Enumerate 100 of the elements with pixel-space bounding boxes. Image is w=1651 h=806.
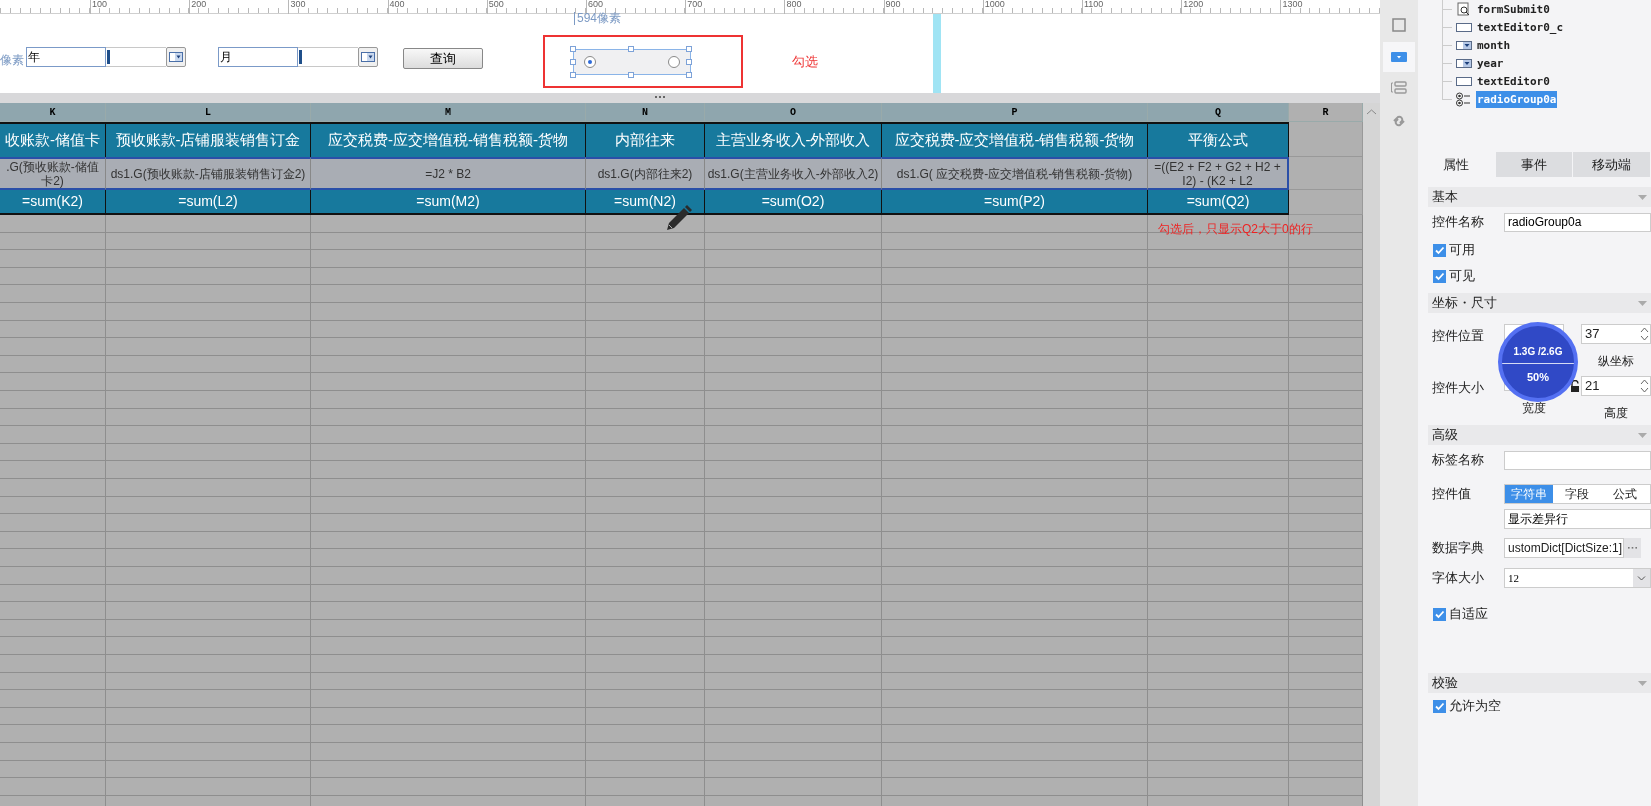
field-label: 控件值 [1431, 485, 1472, 503]
checkbox-label: 允许为空 [1449, 697, 1501, 716]
caret-icon [1638, 680, 1647, 686]
table-cell: ds1.G( 应交税费-应交增值税-销售税额-货物) [882, 157, 1148, 190]
scrollbar[interactable] [1363, 103, 1380, 806]
ruler-label: 900 [885, 0, 901, 10]
pixel-label: 像素 [0, 52, 24, 69]
tab[interactable]: 移动端 [1573, 152, 1651, 177]
dropdown-button[interactable] [358, 47, 378, 67]
radio-button[interactable] [584, 56, 596, 68]
tree-item[interactable]: formSubmit0 [1476, 0, 1551, 18]
ruler-label: 600 [588, 0, 604, 10]
spinner-arrows-icon [1640, 326, 1649, 342]
tree-item[interactable]: year [1476, 54, 1505, 72]
radio-button[interactable] [668, 56, 680, 68]
drag-handle-icon[interactable] [655, 96, 665, 98]
table-cell: ds1.G(预收账款-店铺服装销售订金2) [106, 157, 311, 190]
ruler-label: 1200 [1183, 0, 1204, 10]
dropdown-icon [361, 52, 375, 62]
scroll-up-icon[interactable] [1366, 109, 1377, 115]
table-cell: 应交税费-应交增值税-销售税额-货物 [311, 122, 586, 157]
tree-item[interactable]: textEditor0_c [1476, 18, 1565, 36]
resize-handle[interactable] [570, 72, 576, 78]
checkbox-label: 自适应 [1449, 605, 1488, 624]
resize-handle[interactable] [628, 72, 634, 78]
tab[interactable]: 事件 [1495, 152, 1574, 177]
ruler-label: 1000 [984, 0, 1005, 10]
section-header[interactable]: 基本 [1428, 187, 1651, 207]
chevron-down-icon [1637, 575, 1646, 581]
checkbox[interactable] [1433, 699, 1446, 713]
segment-button[interactable]: 字段 [1553, 485, 1601, 503]
column-header[interactable]: N [586, 103, 705, 122]
number-spinner[interactable]: 37 [1581, 324, 1651, 344]
section-header[interactable]: 校验 [1428, 673, 1651, 693]
table-cell: 预收账款-店铺服装销售订金 [106, 122, 311, 157]
annotation-text: 勾选后，只显示Q2大于0的行 [1158, 221, 1313, 238]
ruler-label: 200 [191, 0, 207, 10]
column-header[interactable]: L [106, 103, 311, 122]
field-value: 21 [1585, 377, 1600, 396]
table-cell: =sum(M2) [311, 190, 586, 215]
table-cell: =sum(K2) [0, 190, 106, 215]
field-value: 12 [1507, 570, 1519, 586]
resize-handle[interactable] [628, 46, 634, 52]
table-cell: =J2 * B2 [311, 157, 586, 190]
input-field[interactable] [298, 47, 358, 67]
query-button[interactable]: 查询 [403, 48, 483, 69]
tree-item[interactable]: textEditor0 [1476, 72, 1551, 90]
text-field[interactable]: 显示差异行 [1504, 509, 1651, 529]
section-header[interactable]: 坐标・尺寸 [1428, 293, 1651, 313]
field-caption: 高度 [1604, 405, 1628, 422]
resize-handle[interactable] [570, 59, 576, 65]
ruler-label: 800 [786, 0, 802, 10]
ruler-label: 100 [92, 0, 108, 10]
checkbox[interactable] [1433, 607, 1446, 621]
section-title: 校验 [1432, 674, 1458, 693]
caret-icon [1638, 300, 1647, 306]
table-cell: ds1.G(内部往来2) [586, 157, 705, 190]
field-label: 标签名称 [1431, 451, 1485, 470]
column-header[interactable]: M [311, 103, 586, 122]
section-title: 高级 [1432, 426, 1458, 445]
dropdown-button[interactable] [166, 47, 186, 67]
dropdown-icon [169, 52, 183, 62]
table-cell: 内部往来 [586, 122, 705, 157]
section-header[interactable]: 高级 [1428, 425, 1651, 445]
column-header[interactable]: R [1289, 103, 1363, 122]
width-hint: 594像素 [574, 12, 622, 25]
field-label: 控件名称 [1431, 213, 1485, 232]
ruler-label: 700 [687, 0, 703, 10]
resize-handle[interactable] [686, 46, 692, 52]
table-cell: =sum(O2) [705, 190, 882, 215]
text-field[interactable]: 年 [26, 47, 106, 67]
more-button[interactable] [1624, 538, 1641, 558]
column-header[interactable]: O [705, 103, 882, 122]
input-field[interactable] [106, 47, 166, 67]
table-cell: =sum(P2) [882, 190, 1148, 215]
text-field[interactable]: ustomDict[DictSize:1] [1504, 538, 1624, 558]
text-field[interactable]: 月 [218, 47, 298, 67]
resize-handle[interactable] [686, 59, 692, 65]
column-header[interactable]: P [882, 103, 1148, 122]
resize-handle[interactable] [570, 46, 576, 52]
segment-button[interactable]: 公式 [1601, 485, 1649, 503]
checkbox-label: 可见 [1449, 267, 1475, 286]
text-field[interactable] [1504, 450, 1651, 470]
ruler-label: 300 [290, 0, 306, 10]
column-header[interactable]: Q [1148, 103, 1289, 122]
table-cell: =((E2 + F2 + G2 + H2 + I2) - (K2 + L2 [1148, 157, 1289, 190]
select-field[interactable]: 12 [1504, 568, 1651, 588]
checkbox[interactable] [1433, 243, 1446, 257]
tree-item[interactable]: month [1476, 36, 1512, 54]
number-spinner[interactable]: 21 [1581, 376, 1651, 396]
table-cell: 主营业务收入-外部收入 [705, 122, 882, 157]
resize-handle[interactable] [686, 72, 692, 78]
radio-group[interactable] [573, 49, 691, 75]
text-field[interactable]: radioGroup0a [1504, 212, 1651, 232]
table-cell: ds1.G(主营业务收入-外部收入2) [705, 157, 882, 190]
toolbar-button[interactable] [1383, 42, 1415, 72]
checkbox-label: 可用 [1449, 241, 1475, 260]
field-label: 字体大小 [1431, 569, 1485, 588]
checkbox[interactable] [1433, 269, 1446, 283]
column-header[interactable]: K [0, 103, 106, 122]
